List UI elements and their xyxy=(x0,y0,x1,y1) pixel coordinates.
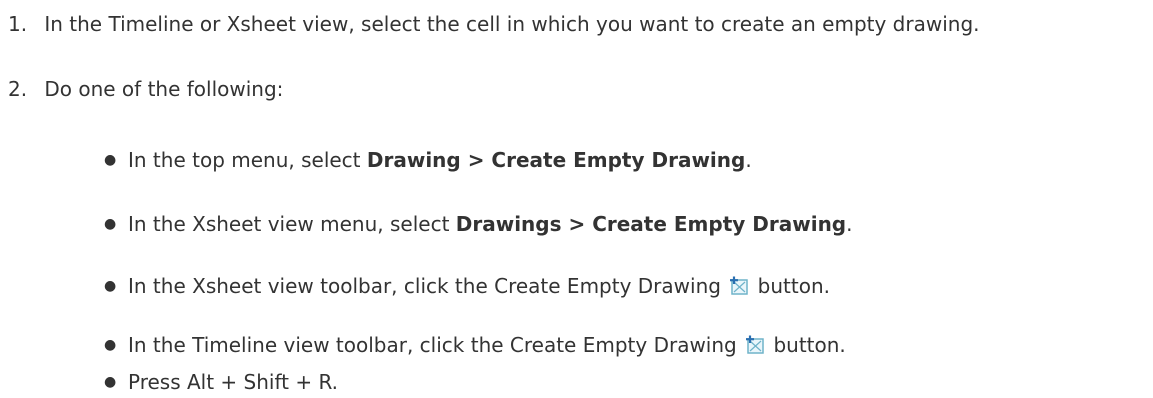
option-text: In the Timeline view toolbar, click the … xyxy=(128,333,744,357)
option-timeline-toolbar: ● In the Timeline view toolbar, click the… xyxy=(104,331,846,361)
step-text: Do one of the following: xyxy=(44,77,284,101)
create-empty-drawing-icon xyxy=(730,276,749,295)
bullet-icon: ● xyxy=(104,336,117,353)
option-text: In the top menu, select xyxy=(128,148,367,172)
step-number: 2. xyxy=(8,77,28,101)
option-suffix: . xyxy=(846,212,853,236)
bullet-icon: ● xyxy=(104,373,117,390)
create-empty-drawing-icon xyxy=(746,335,764,354)
option-top-menu: ● In the top menu, select Drawing > Creat… xyxy=(104,146,752,176)
instructions-document: 1. In the Timeline or Xsheet view, selec… xyxy=(0,0,1153,394)
step-text: In the Timeline or Xsheet view, select t… xyxy=(44,12,980,36)
step-2: 2. Do one of the following: xyxy=(0,75,283,103)
option-text: Press Alt + Shift + R. xyxy=(128,370,339,394)
option-text: In the Xsheet view menu, select xyxy=(128,212,456,236)
menu-path: Drawings > Create Empty Drawing xyxy=(455,212,847,236)
option-xsheet-menu: ● In the Xsheet view menu, select Drawing… xyxy=(104,210,852,240)
step-1: 1. In the Timeline or Xsheet view, selec… xyxy=(0,10,980,38)
option-suffix: button. xyxy=(767,333,846,357)
bullet-icon: ● xyxy=(104,215,117,232)
option-text: In the Xsheet view toolbar, click the Cr… xyxy=(128,274,728,298)
bullet-icon: ● xyxy=(104,277,117,294)
bullet-icon: ● xyxy=(104,151,117,168)
option-suffix: button. xyxy=(751,274,830,298)
option-xsheet-toolbar: ● In the Xsheet view toolbar, click the C… xyxy=(104,272,830,302)
step-number: 1. xyxy=(8,12,28,36)
option-suffix: . xyxy=(745,148,752,172)
menu-path: Drawing > Create Empty Drawing xyxy=(366,148,746,172)
option-keyboard-shortcut: ● Press Alt + Shift + R. xyxy=(104,368,338,398)
